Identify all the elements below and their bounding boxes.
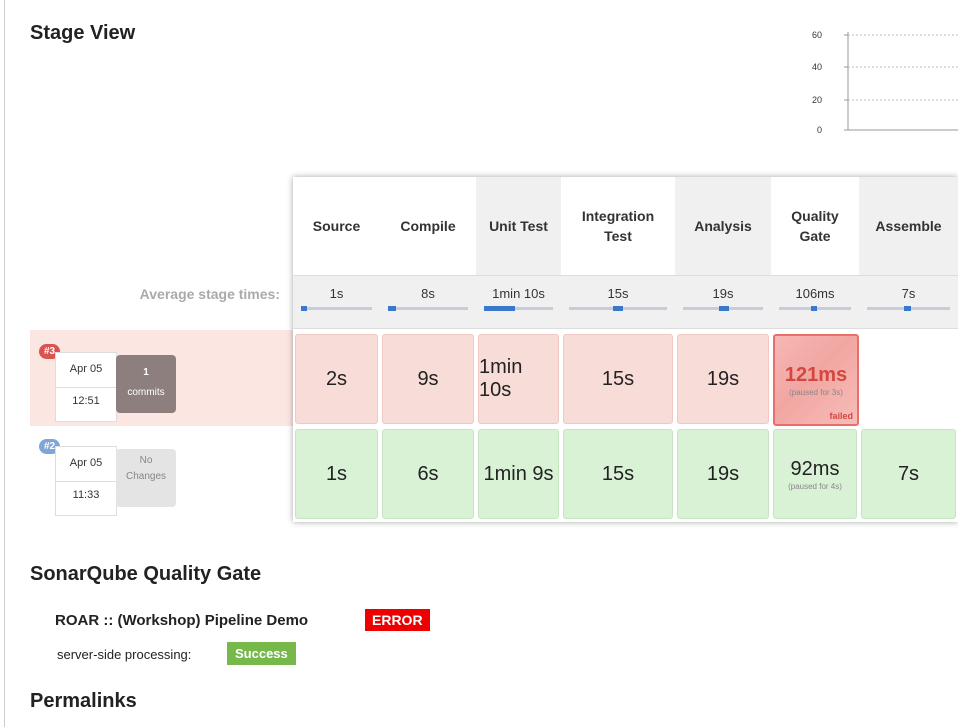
stage-average-bar-fill (301, 306, 307, 311)
stage-duration: 19s (706, 367, 740, 390)
stage-table: Source 1s Compile 8s Unit Test 1min 10s Integr… (293, 177, 958, 522)
stage-average-time: 1min 10s (492, 286, 545, 301)
stage-duration: 92ms (790, 457, 840, 480)
stage-average-time: 1s (329, 286, 344, 301)
stage-duration: 6s (417, 462, 439, 485)
stage-average-quality-gate: 106ms (771, 275, 859, 329)
stage-average-bar (484, 306, 553, 311)
stage-average-bar (683, 306, 763, 311)
stage-cell-source[interactable]: 2s (295, 334, 378, 424)
stage-average-bar-fill (719, 306, 729, 311)
stage-duration: 7s (897, 462, 920, 485)
permalinks-title: Permalinks (30, 690, 137, 712)
stage-header-analysis: Analysis (675, 177, 771, 275)
stage-duration: 1min 10s (479, 356, 523, 401)
paused-note: (paused for 3s) (789, 387, 843, 397)
stage-cell-analysis[interactable]: 19s (677, 334, 769, 424)
stage-view-title: Stage View (30, 22, 136, 44)
stage-header-compile: Compile (380, 177, 476, 275)
stage-duration: 15s (601, 367, 635, 390)
stage-average-compile: 8s (380, 275, 476, 329)
run-date: Apr 05 (69, 363, 103, 375)
stage-cell-compile[interactable]: 9s (382, 334, 474, 424)
stage-average-bar (569, 306, 667, 311)
stage-average-analysis: 19s (675, 275, 771, 329)
stage-average-time: 7s (901, 286, 916, 301)
stage-header-unit-test: Unit Test (476, 177, 561, 275)
stage-header-source: Source (293, 177, 380, 275)
failed-label: failed (829, 411, 853, 421)
stage-header-quality-gate: Quality Gate (771, 177, 859, 275)
stage-cell-quality-gate[interactable]: 121ms (paused for 3s) failed (773, 334, 859, 426)
trend-tick-label: 0 (817, 125, 822, 135)
changes-label: Changes (125, 471, 167, 482)
stage-average-time: 8s (421, 286, 435, 301)
stage-average-time: 15s (607, 286, 629, 301)
quality-gate-status-badge: ERROR (365, 609, 430, 631)
sonar-project-name: ROAR :: (Workshop) Pipeline Demo (55, 612, 309, 629)
stage-cell-compile[interactable]: 6s (382, 429, 474, 519)
stage-average-bar-fill (613, 306, 623, 311)
stage-header-integration-test: Integration Test (561, 177, 675, 275)
stage-cell-source[interactable]: 1s (295, 429, 378, 519)
stage-average-bar-fill (811, 306, 817, 311)
stage-average-time: 106ms (795, 286, 835, 301)
stage-average-bar (779, 306, 851, 311)
changes-label: commits (127, 387, 165, 398)
stage-duration: 9s (417, 367, 439, 390)
processing-label: server-side processing: (57, 647, 192, 662)
changes-count: 1 (143, 367, 149, 378)
sonarqube-title: SonarQube Quality Gate (30, 563, 262, 585)
stage-average-assemble: 7s (859, 275, 958, 329)
stage-header-assemble: Assemble (859, 177, 958, 275)
stage-cell-unit-test[interactable]: 1min 9s (478, 429, 559, 519)
stage-cell-integration-test[interactable]: 15s (563, 429, 673, 519)
average-stage-times-label: Average stage times: (139, 286, 280, 302)
run-date-box: Apr 05 11:33 (55, 446, 117, 516)
processing-status-badge: Success (227, 642, 296, 665)
page-border (4, 0, 5, 727)
stage-average-bar (388, 306, 468, 311)
trend-tick-label: 20 (812, 95, 822, 105)
stage-duration: 1s (325, 462, 348, 485)
changes-count: No (139, 455, 153, 466)
stage-duration: 15s (601, 462, 635, 485)
stage-average-bar (301, 306, 372, 311)
stage-average-bar-fill (484, 306, 515, 311)
stage-trend-chart: 60 40 20 0 (800, 20, 958, 140)
stage-cell-assemble[interactable]: 7s (861, 429, 956, 519)
run-date: Apr 05 (69, 457, 103, 469)
stage-average-time: 19s (712, 286, 734, 301)
trend-tick-label: 60 (812, 30, 822, 40)
stage-average-bar-fill (904, 306, 911, 311)
stage-duration: 2s (325, 367, 348, 390)
stage-duration: 19s (706, 462, 740, 485)
changes-button[interactable]: No Changes (116, 449, 176, 507)
changes-button[interactable]: 1 commits (116, 355, 176, 413)
run-date-box: Apr 05 12:51 (55, 352, 117, 422)
run-time: 11:33 (72, 489, 100, 501)
paused-note: (paused for 4s) (788, 481, 842, 491)
stage-cell-integration-test[interactable]: 15s (563, 334, 673, 424)
stage-average-source: 1s (293, 275, 380, 329)
stage-duration: 121ms (784, 363, 848, 386)
stage-duration: 1min 9s (483, 462, 554, 485)
trend-tick-label: 40 (812, 62, 822, 72)
stage-average-bar-fill (388, 306, 396, 311)
stage-cell-quality-gate[interactable]: 92ms (paused for 4s) (773, 429, 857, 519)
stage-average-integration-test: 15s (561, 275, 675, 329)
stage-cell-analysis[interactable]: 19s (677, 429, 769, 519)
stage-average-unit-test: 1min 10s (476, 275, 561, 329)
run-time: 12:51 (72, 395, 100, 407)
stage-cell-unit-test[interactable]: 1min 10s (478, 334, 559, 424)
stage-average-bar (867, 306, 950, 311)
